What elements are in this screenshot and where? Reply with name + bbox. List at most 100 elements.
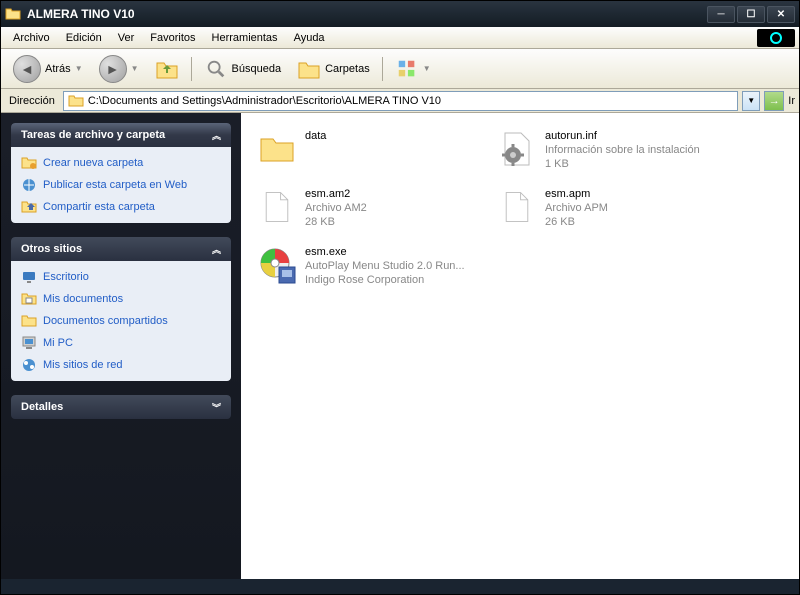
file-pane[interactable]: data autorun.infInformación sobre la inst… (241, 113, 799, 579)
task-label: Crear nueva carpeta (43, 157, 143, 169)
folder-up-icon (155, 57, 179, 81)
up-button[interactable] (149, 55, 185, 83)
toolbar: ◄ Atrás ▼ ► ▼ Búsqueda Carpetas (1, 49, 799, 89)
details-panel: Detalles ︾ (11, 395, 231, 419)
chevron-down-icon: ▼ (75, 64, 83, 73)
content-area: Tareas de archivo y carpeta ︽ Crear nuev… (1, 113, 799, 579)
file-item[interactable]: esm.exeAutoPlay Menu Studio 2.0 Run...In… (253, 241, 493, 299)
address-path: C:\Documents and Settings\Administrador\… (88, 95, 441, 107)
place-desktop[interactable]: Escritorio (21, 269, 221, 285)
file-meta: Archivo AM2 (305, 201, 367, 215)
throbber-icon (757, 29, 795, 47)
folder-icon (5, 6, 21, 22)
window-title: ALMERA TINO V10 (27, 7, 707, 21)
file-item[interactable]: esm.am2Archivo AM228 KB (253, 183, 493, 241)
back-label: Atrás (45, 63, 71, 75)
my-documents-icon (21, 291, 37, 307)
statusbar (1, 579, 799, 594)
address-dropdown[interactable]: ▼ (742, 91, 760, 111)
menubar: Archivo Edición Ver Favoritos Herramient… (1, 27, 799, 49)
chevron-down-icon: ▼ (747, 96, 755, 105)
publish-web-icon (21, 177, 37, 193)
task-new-folder[interactable]: Crear nueva carpeta (21, 155, 221, 171)
go-button[interactable]: → (764, 91, 784, 111)
menu-ayuda[interactable]: Ayuda (286, 30, 333, 46)
place-shared-docs[interactable]: Documentos compartidos (21, 313, 221, 329)
file-icon (257, 187, 297, 227)
menu-favoritos[interactable]: Favoritos (142, 30, 203, 46)
task-label: Compartir esta carpeta (43, 201, 155, 213)
titlebar[interactable]: ALMERA TINO V10 ─ ☐ ✕ (1, 1, 799, 27)
places-panel-header[interactable]: Otros sitios ︽ (11, 237, 231, 261)
address-input[interactable]: C:\Documents and Settings\Administrador\… (63, 91, 738, 111)
panel-title: Otros sitios (21, 243, 82, 255)
close-button[interactable]: ✕ (767, 6, 795, 23)
file-meta: Archivo APM (545, 201, 608, 215)
panel-title: Detalles (21, 401, 63, 413)
cd-exe-icon (257, 245, 297, 285)
file-name: esm.exe (305, 245, 465, 259)
file-size: Indigo Rose Corporation (305, 273, 465, 287)
share-folder-icon (21, 199, 37, 215)
back-button[interactable]: ◄ Atrás ▼ (7, 53, 89, 85)
search-button[interactable]: Búsqueda (198, 55, 288, 83)
views-button[interactable]: ▼ (389, 55, 437, 83)
forward-button[interactable]: ► ▼ (93, 53, 145, 85)
file-item[interactable]: data (253, 125, 493, 183)
place-my-computer[interactable]: Mi PC (21, 335, 221, 351)
menu-archivo[interactable]: Archivo (5, 30, 58, 46)
back-arrow-icon: ◄ (13, 55, 41, 83)
addressbar: Dirección C:\Documents and Settings\Admi… (1, 89, 799, 113)
sidebar: Tareas de archivo y carpeta ︽ Crear nuev… (1, 113, 241, 579)
chevron-down-icon: ▼ (131, 64, 139, 73)
shared-docs-icon (21, 313, 37, 329)
place-label: Escritorio (43, 271, 89, 283)
file-size: 28 KB (305, 215, 367, 229)
collapse-icon: ︽ (212, 129, 221, 142)
menu-herramientas[interactable]: Herramientas (204, 30, 286, 46)
file-meta: Información sobre la instalación (545, 143, 700, 157)
place-label: Mi PC (43, 337, 73, 349)
views-icon (395, 57, 419, 81)
desktop-icon (21, 269, 37, 285)
menu-edicion[interactable]: Edición (58, 30, 110, 46)
expand-icon: ︾ (212, 401, 221, 414)
chevron-down-icon: ▼ (423, 64, 431, 73)
file-meta: AutoPlay Menu Studio 2.0 Run... (305, 259, 465, 273)
file-name: esm.apm (545, 187, 608, 201)
menu-ver[interactable]: Ver (110, 30, 143, 46)
address-label: Dirección (5, 95, 59, 107)
my-computer-icon (21, 335, 37, 351)
task-publish-web[interactable]: Publicar esta carpeta en Web (21, 177, 221, 193)
task-share-folder[interactable]: Compartir esta carpeta (21, 199, 221, 215)
place-label: Mis sitios de red (43, 359, 122, 371)
tasks-panel-header[interactable]: Tareas de archivo y carpeta ︽ (11, 123, 231, 147)
file-name: data (305, 129, 326, 143)
place-network[interactable]: Mis sitios de red (21, 357, 221, 373)
tasks-panel: Tareas de archivo y carpeta ︽ Crear nuev… (11, 123, 231, 223)
file-item[interactable]: autorun.infInformación sobre la instalac… (493, 125, 733, 183)
new-folder-icon (21, 155, 37, 171)
details-panel-header[interactable]: Detalles ︾ (11, 395, 231, 419)
task-label: Publicar esta carpeta en Web (43, 179, 187, 191)
collapse-icon: ︽ (212, 243, 221, 256)
file-size: 1 KB (545, 157, 700, 171)
maximize-button[interactable]: ☐ (737, 6, 765, 23)
place-label: Mis documentos (43, 293, 123, 305)
minimize-button[interactable]: ─ (707, 6, 735, 23)
go-label: Ir (788, 95, 795, 107)
file-name: autorun.inf (545, 129, 700, 143)
place-my-documents[interactable]: Mis documentos (21, 291, 221, 307)
search-label: Búsqueda (232, 63, 282, 75)
forward-arrow-icon: ► (99, 55, 127, 83)
folders-icon (297, 57, 321, 81)
search-icon (204, 57, 228, 81)
folders-label: Carpetas (325, 63, 370, 75)
place-label: Documentos compartidos (43, 315, 168, 327)
explorer-window: ALMERA TINO V10 ─ ☐ ✕ Archivo Edición Ve… (0, 0, 800, 595)
file-item[interactable]: esm.apmArchivo APM26 KB (493, 183, 733, 241)
panel-title: Tareas de archivo y carpeta (21, 129, 165, 141)
folder-icon (68, 93, 84, 109)
folder-icon (257, 129, 297, 169)
folders-button[interactable]: Carpetas (291, 55, 376, 83)
